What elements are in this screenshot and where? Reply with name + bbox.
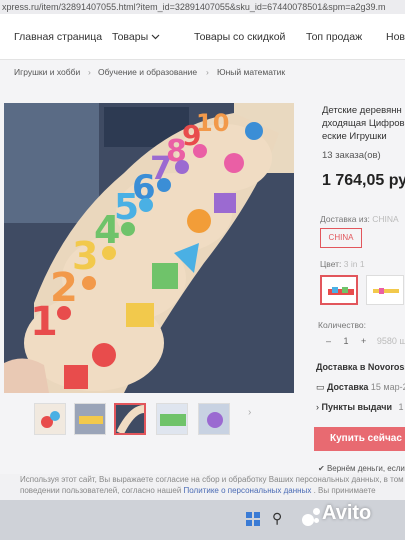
qty-minus-button[interactable]: –	[326, 336, 334, 346]
product-price: 1 764,05 ру	[322, 172, 405, 189]
thumbnail-3[interactable]	[114, 403, 146, 435]
truck-icon: ▭	[316, 382, 328, 392]
browser-screen: xpress.ru/item/32891407055.html?item_id=…	[0, 0, 405, 540]
product-title-line: еские Игрушки	[322, 131, 387, 142]
breadcrumb-separator: ›	[206, 67, 209, 77]
chevron-down-icon	[151, 31, 160, 43]
qty-value[interactable]: 1	[344, 336, 349, 346]
product-title-line: дходящая Цифров	[322, 118, 405, 129]
shield-check-icon: ✔	[318, 464, 327, 473]
cookie-line-1: Используя этот сайт, Вы выражаете соглас…	[20, 475, 405, 484]
thumbnail-2[interactable]	[74, 403, 106, 435]
qty-stock: 9580 шт	[376, 336, 405, 346]
ship-from-value: CHINA	[372, 214, 399, 224]
nav-home[interactable]: Главная страница	[14, 31, 102, 43]
color-swatch-2[interactable]	[366, 275, 404, 305]
buy-now-button[interactable]: Купить сейчас	[314, 427, 405, 451]
pickup-label: Пункты выдачи	[321, 402, 392, 412]
nav-products[interactable]: Товары	[112, 31, 160, 43]
thumbnail-5[interactable]	[198, 403, 230, 435]
product-photo[interactable]: 1 2 3 4 5 6 7 8 9 10	[4, 103, 294, 393]
color-swatch-1[interactable]	[320, 275, 358, 305]
ship-from-option[interactable]: CHINA	[320, 228, 362, 248]
top-nav: Главная страница Товары Товары со скидко…	[0, 14, 405, 60]
color-title: Цвет:	[320, 259, 342, 269]
breadcrumb-young-math[interactable]: Юный математик	[217, 67, 285, 77]
breadcrumb-education[interactable]: Обучение и образование	[98, 67, 197, 77]
nav-top-sales[interactable]: Топ продаж	[306, 31, 362, 43]
color-value: 3 in 1	[343, 259, 365, 269]
delivery-destination[interactable]: Доставка в Novorossys	[316, 362, 405, 372]
nav-discounts[interactable]: Товары со скидкой	[194, 31, 285, 43]
cookie-line-2-prefix: поведении пользователей, согласно нашей	[20, 486, 182, 495]
thumbnail-next-icon[interactable]: ›	[248, 407, 251, 418]
breadcrumb: Игрушки и хобби › Обучение и образование…	[0, 60, 405, 84]
delivery-label: Доставка	[327, 382, 369, 392]
delivery-date-row: ▭ Доставка 15 мар-2	[316, 382, 405, 393]
ship-from-label: Доставка из: CHINA	[320, 214, 399, 224]
address-bar[interactable]: xpress.ru/item/32891407055.html?item_id=…	[0, 0, 405, 14]
toy-board-image: 1 2 3 4 5 6 7 8 9 10	[4, 103, 294, 393]
refund-guarantee: ✔ Вернём деньги, если	[318, 464, 405, 474]
product-title-line: Детские деревянн	[322, 105, 402, 116]
privacy-policy-link[interactable]: Политике о персональных данных	[184, 486, 312, 495]
pickup-points-row[interactable]: › Пункты выдачи 1	[316, 402, 404, 412]
color-label: Цвет: 3 in 1	[320, 259, 365, 269]
thumbnail-4[interactable]	[156, 403, 188, 435]
quantity-stepper[interactable]: – 1 + 9580 шт	[326, 336, 405, 346]
cookie-line-2: поведении пользователей, согласно нашей …	[20, 485, 405, 496]
cookie-line-2-suffix: . Вы принимаете	[313, 486, 376, 495]
breadcrumb-toys[interactable]: Игрушки и хобби	[14, 67, 80, 77]
order-count: 13 заказа(ов)	[322, 150, 381, 161]
thumbnail-1[interactable]	[34, 403, 66, 435]
cookie-notice: Используя этот сайт, Вы выражаете соглас…	[0, 474, 405, 500]
nav-products-label: Товары	[112, 31, 149, 43]
refund-text: Вернём деньги, если	[326, 464, 405, 473]
nav-new[interactable]: Нов	[386, 31, 405, 43]
avito-watermark: Avito	[322, 502, 372, 524]
taskbar-search-icon[interactable]: ⚲	[272, 510, 282, 527]
pickup-count: 1	[398, 402, 404, 412]
ship-from-title: Доставка из:	[320, 214, 370, 224]
windows-start-icon[interactable]	[246, 512, 260, 526]
delivery-date: 15 мар-2	[370, 382, 405, 392]
avito-logo-icon	[302, 508, 320, 528]
number-10: 10	[196, 109, 229, 137]
product-title: Детские деревянн дходящая Цифров еские И…	[322, 104, 405, 143]
qty-plus-button[interactable]: +	[361, 336, 366, 346]
quantity-label: Количество:	[318, 320, 367, 330]
breadcrumb-separator: ›	[88, 67, 91, 77]
